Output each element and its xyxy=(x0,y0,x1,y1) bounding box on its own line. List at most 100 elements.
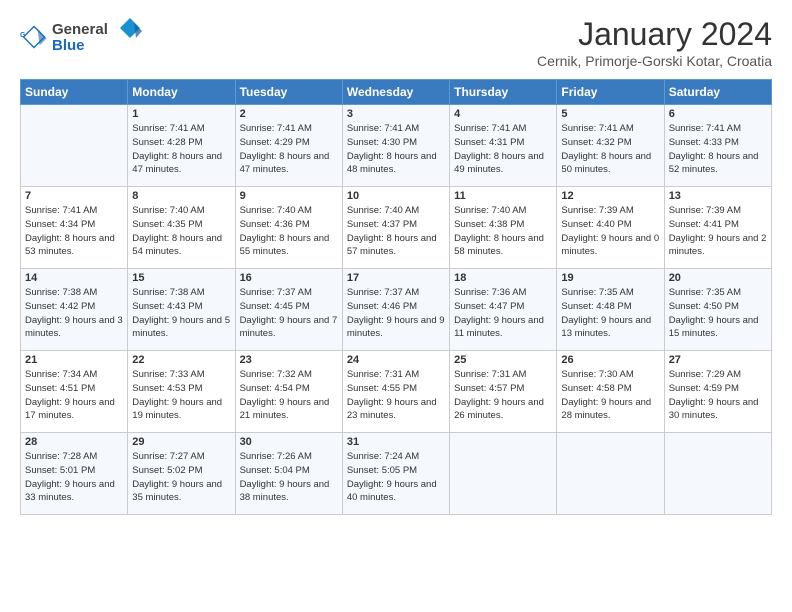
daylight-text: Daylight: 9 hours and 11 minutes. xyxy=(454,314,552,342)
sunrise-text: Sunrise: 7:41 AM xyxy=(240,122,338,136)
table-row: 25 Sunrise: 7:31 AM Sunset: 4:57 PM Dayl… xyxy=(450,351,557,433)
daylight-text: Daylight: 8 hours and 47 minutes. xyxy=(132,150,230,178)
calendar-week-row: 14 Sunrise: 7:38 AM Sunset: 4:42 PM Dayl… xyxy=(21,269,772,351)
sunrise-text: Sunrise: 7:35 AM xyxy=(669,286,767,300)
table-row: 26 Sunrise: 7:30 AM Sunset: 4:58 PM Dayl… xyxy=(557,351,664,433)
sunrise-text: Sunrise: 7:33 AM xyxy=(132,368,230,382)
sunrise-text: Sunrise: 7:39 AM xyxy=(561,204,659,218)
table-row: 19 Sunrise: 7:35 AM Sunset: 4:48 PM Dayl… xyxy=(557,269,664,351)
daylight-text: Daylight: 9 hours and 35 minutes. xyxy=(132,478,230,506)
table-row: 3 Sunrise: 7:41 AM Sunset: 4:30 PM Dayli… xyxy=(342,105,449,187)
day-info: Sunrise: 7:35 AM Sunset: 4:50 PM Dayligh… xyxy=(669,286,767,341)
daylight-text: Daylight: 8 hours and 52 minutes. xyxy=(669,150,767,178)
col-saturday: Saturday xyxy=(664,80,771,105)
daylight-text: Daylight: 9 hours and 15 minutes. xyxy=(669,314,767,342)
sunset-text: Sunset: 5:02 PM xyxy=(132,464,230,478)
table-row: 7 Sunrise: 7:41 AM Sunset: 4:34 PM Dayli… xyxy=(21,187,128,269)
day-number: 28 xyxy=(25,436,123,448)
day-number: 27 xyxy=(669,354,767,366)
day-number: 7 xyxy=(25,190,123,202)
table-row: 4 Sunrise: 7:41 AM Sunset: 4:31 PM Dayli… xyxy=(450,105,557,187)
sunset-text: Sunset: 5:04 PM xyxy=(240,464,338,478)
daylight-text: Daylight: 9 hours and 13 minutes. xyxy=(561,314,659,342)
day-number: 8 xyxy=(132,190,230,202)
sunrise-text: Sunrise: 7:37 AM xyxy=(240,286,338,300)
sunrise-text: Sunrise: 7:24 AM xyxy=(347,450,445,464)
table-row: 11 Sunrise: 7:40 AM Sunset: 4:38 PM Dayl… xyxy=(450,187,557,269)
day-number: 9 xyxy=(240,190,338,202)
table-row: 9 Sunrise: 7:40 AM Sunset: 4:36 PM Dayli… xyxy=(235,187,342,269)
sunrise-text: Sunrise: 7:39 AM xyxy=(669,204,767,218)
day-number: 21 xyxy=(25,354,123,366)
sunrise-text: Sunrise: 7:41 AM xyxy=(454,122,552,136)
day-info: Sunrise: 7:27 AM Sunset: 5:02 PM Dayligh… xyxy=(132,450,230,505)
sunrise-text: Sunrise: 7:40 AM xyxy=(347,204,445,218)
day-number: 23 xyxy=(240,354,338,366)
day-info: Sunrise: 7:37 AM Sunset: 4:46 PM Dayligh… xyxy=(347,286,445,341)
sunrise-text: Sunrise: 7:41 AM xyxy=(347,122,445,136)
daylight-text: Daylight: 9 hours and 19 minutes. xyxy=(132,396,230,424)
sunrise-text: Sunrise: 7:30 AM xyxy=(561,368,659,382)
daylight-text: Daylight: 9 hours and 33 minutes. xyxy=(25,478,123,506)
daylight-text: Daylight: 9 hours and 0 minutes. xyxy=(561,232,659,260)
day-info: Sunrise: 7:35 AM Sunset: 4:48 PM Dayligh… xyxy=(561,286,659,341)
daylight-text: Daylight: 8 hours and 49 minutes. xyxy=(454,150,552,178)
calendar-week-row: 1 Sunrise: 7:41 AM Sunset: 4:28 PM Dayli… xyxy=(21,105,772,187)
table-row: 30 Sunrise: 7:26 AM Sunset: 5:04 PM Dayl… xyxy=(235,433,342,515)
sunset-text: Sunset: 4:30 PM xyxy=(347,136,445,150)
sunrise-text: Sunrise: 7:41 AM xyxy=(25,204,123,218)
day-info: Sunrise: 7:30 AM Sunset: 4:58 PM Dayligh… xyxy=(561,368,659,423)
sunset-text: Sunset: 4:40 PM xyxy=(561,218,659,232)
day-number: 11 xyxy=(454,190,552,202)
sunset-text: Sunset: 4:35 PM xyxy=(132,218,230,232)
table-row: 5 Sunrise: 7:41 AM Sunset: 4:32 PM Dayli… xyxy=(557,105,664,187)
sunrise-text: Sunrise: 7:35 AM xyxy=(561,286,659,300)
sunset-text: Sunset: 4:38 PM xyxy=(454,218,552,232)
sunset-text: Sunset: 4:48 PM xyxy=(561,300,659,314)
day-number: 22 xyxy=(132,354,230,366)
day-info: Sunrise: 7:41 AM Sunset: 4:34 PM Dayligh… xyxy=(25,204,123,259)
daylight-text: Daylight: 9 hours and 3 minutes. xyxy=(25,314,123,342)
daylight-text: Daylight: 8 hours and 54 minutes. xyxy=(132,232,230,260)
day-info: Sunrise: 7:32 AM Sunset: 4:54 PM Dayligh… xyxy=(240,368,338,423)
sunrise-text: Sunrise: 7:36 AM xyxy=(454,286,552,300)
day-info: Sunrise: 7:39 AM Sunset: 4:40 PM Dayligh… xyxy=(561,204,659,259)
sunset-text: Sunset: 4:57 PM xyxy=(454,382,552,396)
table-row: 16 Sunrise: 7:37 AM Sunset: 4:45 PM Dayl… xyxy=(235,269,342,351)
sunrise-text: Sunrise: 7:40 AM xyxy=(132,204,230,218)
day-info: Sunrise: 7:38 AM Sunset: 4:42 PM Dayligh… xyxy=(25,286,123,341)
month-title: January 2024 xyxy=(537,16,772,53)
day-info: Sunrise: 7:37 AM Sunset: 4:45 PM Dayligh… xyxy=(240,286,338,341)
sunrise-text: Sunrise: 7:40 AM xyxy=(454,204,552,218)
col-wednesday: Wednesday xyxy=(342,80,449,105)
day-info: Sunrise: 7:40 AM Sunset: 4:38 PM Dayligh… xyxy=(454,204,552,259)
header: G General Blue January 2024 Cernik, Prim… xyxy=(20,16,772,69)
sunrise-text: Sunrise: 7:38 AM xyxy=(25,286,123,300)
day-number: 29 xyxy=(132,436,230,448)
table-row xyxy=(21,105,128,187)
day-number: 6 xyxy=(669,108,767,120)
sunrise-text: Sunrise: 7:41 AM xyxy=(561,122,659,136)
daylight-text: Daylight: 8 hours and 50 minutes. xyxy=(561,150,659,178)
day-number: 30 xyxy=(240,436,338,448)
day-info: Sunrise: 7:40 AM Sunset: 4:36 PM Dayligh… xyxy=(240,204,338,259)
day-number: 14 xyxy=(25,272,123,284)
day-number: 15 xyxy=(132,272,230,284)
daylight-text: Daylight: 8 hours and 58 minutes. xyxy=(454,232,552,260)
table-row: 17 Sunrise: 7:37 AM Sunset: 4:46 PM Dayl… xyxy=(342,269,449,351)
title-block: January 2024 Cernik, Primorje-Gorski Kot… xyxy=(537,16,772,69)
sunset-text: Sunset: 4:41 PM xyxy=(669,218,767,232)
sunrise-text: Sunrise: 7:38 AM xyxy=(132,286,230,300)
day-number: 26 xyxy=(561,354,659,366)
day-info: Sunrise: 7:33 AM Sunset: 4:53 PM Dayligh… xyxy=(132,368,230,423)
daylight-text: Daylight: 9 hours and 21 minutes. xyxy=(240,396,338,424)
table-row: 14 Sunrise: 7:38 AM Sunset: 4:42 PM Dayl… xyxy=(21,269,128,351)
sunrise-text: Sunrise: 7:41 AM xyxy=(132,122,230,136)
sunset-text: Sunset: 4:59 PM xyxy=(669,382,767,396)
sunrise-text: Sunrise: 7:26 AM xyxy=(240,450,338,464)
sunset-text: Sunset: 4:46 PM xyxy=(347,300,445,314)
day-info: Sunrise: 7:41 AM Sunset: 4:28 PM Dayligh… xyxy=(132,122,230,177)
daylight-text: Daylight: 9 hours and 30 minutes. xyxy=(669,396,767,424)
day-info: Sunrise: 7:31 AM Sunset: 4:55 PM Dayligh… xyxy=(347,368,445,423)
table-row: 18 Sunrise: 7:36 AM Sunset: 4:47 PM Dayl… xyxy=(450,269,557,351)
